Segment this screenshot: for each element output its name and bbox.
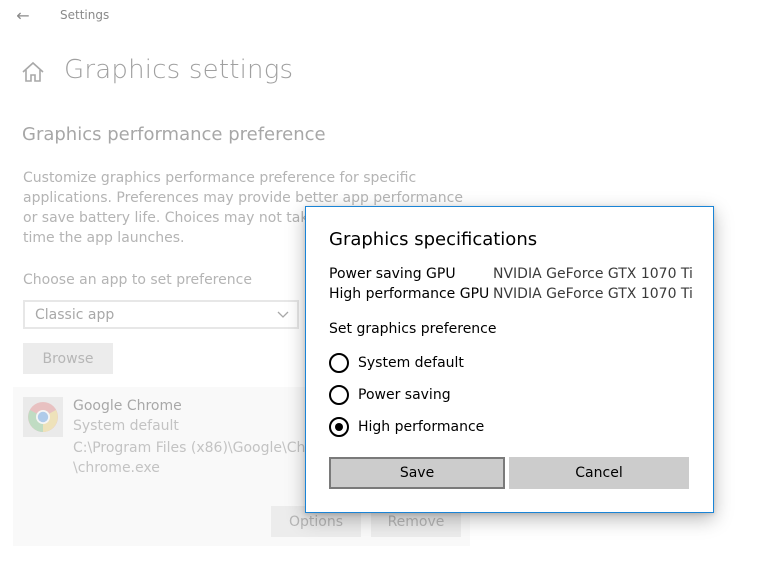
radio-label: Power saving	[358, 387, 451, 403]
radio-button[interactable]	[329, 417, 349, 437]
app-path-line-2: \chrome.exe	[73, 460, 160, 476]
radio-system-default[interactable]: System default	[329, 352, 464, 374]
chevron-down-icon	[277, 311, 289, 318]
dialog-title: Graphics specifications	[329, 229, 538, 250]
app-path-line-1: C:\Program Files (x86)\Google\Chrome\App…	[73, 440, 313, 456]
app-path: C:\Program Files (x86)\Google\Chrome\App…	[73, 438, 313, 478]
radio-selected-dot	[335, 423, 343, 431]
chrome-icon	[23, 397, 63, 437]
app-preference: System default	[73, 418, 179, 434]
browse-button[interactable]: Browse	[23, 343, 113, 374]
app-name: Google Chrome	[73, 398, 182, 414]
radio-button[interactable]	[329, 353, 349, 373]
high-performance-gpu-value: NVIDIA GeForce GTX 1070 Ti	[493, 286, 693, 302]
home-icon[interactable]	[20, 60, 46, 84]
radio-button[interactable]	[329, 385, 349, 405]
radio-high-performance[interactable]: High performance	[329, 416, 484, 438]
radio-power-saving[interactable]: Power saving	[329, 384, 451, 406]
dropdown-value: Classic app	[35, 307, 115, 323]
section-title: Graphics performance preference	[22, 124, 326, 145]
app-type-dropdown[interactable]: Classic app	[23, 300, 299, 329]
choose-app-label: Choose an app to set preference	[23, 272, 252, 288]
power-saving-gpu-label: Power saving GPU	[329, 266, 456, 282]
back-button[interactable]: ←	[10, 4, 36, 26]
power-saving-gpu-value: NVIDIA GeForce GTX 1070 Ti	[493, 266, 693, 282]
page-title: Graphics settings	[64, 55, 294, 85]
graphics-specifications-dialog: Graphics specifications Power saving GPU…	[305, 206, 714, 513]
high-performance-gpu-label: High performance GPU	[329, 286, 490, 302]
app-title: Settings	[60, 8, 110, 22]
radio-label: High performance	[358, 419, 485, 435]
radio-label: System default	[358, 355, 464, 371]
arrow-left-icon: ←	[16, 5, 30, 25]
set-preference-label: Set graphics preference	[329, 321, 497, 337]
save-button[interactable]: Save	[329, 457, 505, 489]
cancel-button[interactable]: Cancel	[509, 457, 689, 489]
